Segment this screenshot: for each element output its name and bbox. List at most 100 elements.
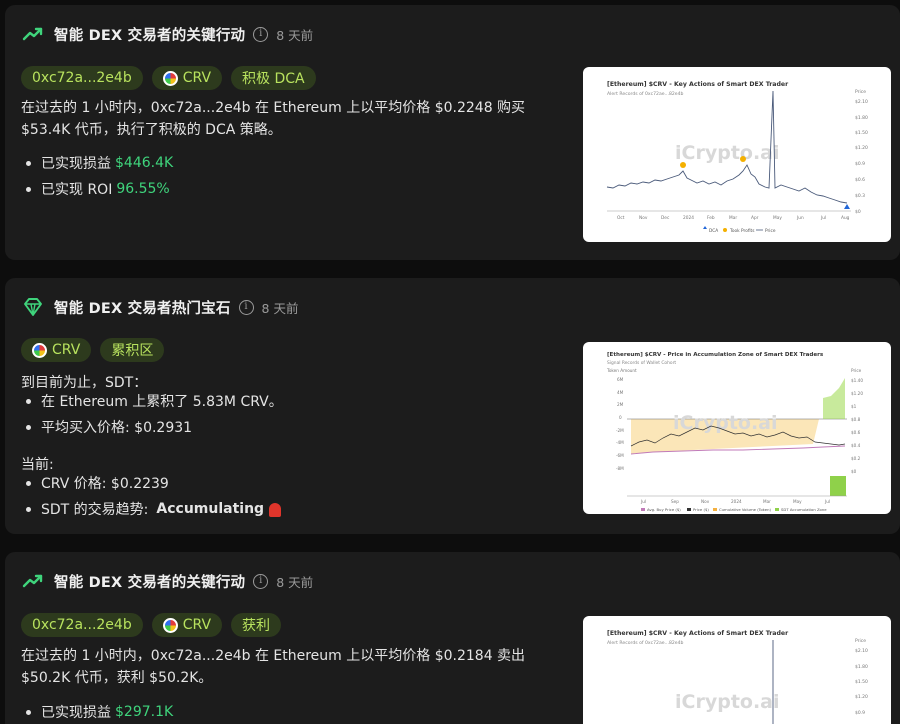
alert-card-key-actions[interactable]: 智能 DEX 交易者的关键行动 i 8 天前 0xc72a...2e4b CRV… [5,552,900,724]
y-tick: $1.80 [855,115,868,121]
price-axis-label: Price [851,368,862,373]
y-tick-left: 6M [617,377,624,382]
stat-roi: 已实现 ROI 96.55% [21,176,173,202]
info-icon[interactable]: i [253,26,269,42]
alert-description: 在过去的 1 小时内，0xc72a...2e4b 在 Ethereum 上以平均… [21,648,526,686]
x-tick: May [793,499,802,504]
accumulation-zone-area [823,378,845,419]
y-tick-right: $0.6 [851,430,861,435]
price-axis-label: Price [855,89,866,95]
card-title: 智能 DEX 交易者的关键行动 [54,574,246,591]
list-item: SDT 的交易趋势: Accumulating [21,496,282,522]
y-tick: $0.9 [855,161,865,167]
list-item-text: 在 Ethereum 上累积了 5.83M CRV。 [41,394,283,410]
timestamp: 8 天前 [261,300,299,316]
price-chart: [Ethereum] $CRV - Key Actions of Smart D… [607,630,868,724]
trending-up-icon [22,570,44,592]
x-tick: Oct [617,215,625,221]
x-tick: Apr [751,215,759,221]
timestamp: 8 天前 [276,27,314,43]
legend-accumulation-zone: SDT Accumulation Zone [781,507,827,512]
x-tick: Mar [763,499,771,504]
stat-label: 已实现损益 [41,156,111,172]
chart-thumbnail[interactable]: [Ethereum] $CRV - Key Actions of Smart D… [583,616,891,724]
list-item: 在 Ethereum 上累积了 5.83M CRV。 [21,388,283,414]
tag-zone[interactable]: 累积区 [100,338,165,362]
y-tick-left: 0 [619,415,622,420]
info-icon[interactable]: i [253,573,269,589]
x-tick: Nov [701,499,710,504]
y-tick: $0.6 [855,177,865,183]
y-tick-right: $0.8 [851,417,861,422]
tag-wallet[interactable]: 0xc72a...2e4b [21,66,143,90]
chart-subtitle: Alert Records of 0xc72ae...82e4b [607,91,684,97]
bullet-dot [26,709,31,715]
y-tick-right: $0 [851,469,857,474]
tag-row: 0xc72a...2e4b CRV 积极 DCA [21,66,316,90]
list-item: CRV 价格: $0.2239 [21,470,281,496]
y-tick-left: -6M [616,453,624,458]
tag-wallet[interactable]: 0xc72a...2e4b [21,613,143,637]
left-axis-label: Token Amount [606,368,637,373]
chart-subtitle: Alert Records of 0xc72ae...82e4b [607,640,684,646]
y-tick: $1.80 [855,664,868,670]
crv-coin-icon [32,342,47,358]
crv-coin-icon [162,617,178,633]
take-profit-marker [680,162,686,168]
tag-token[interactable]: CRV [151,613,223,637]
dca-marker [844,204,850,209]
y-tick-left: -4M [616,440,624,445]
bullet-dot [26,424,31,430]
current-list: CRV 价格: $0.2239 SDT 的交易趋势: Accumulating [21,470,282,522]
alert-card-key-actions[interactable]: 智能 DEX 交易者的关键行动 i 8 天前 0xc72a...2e4b CRV… [5,5,900,260]
x-tick: Dec [661,215,670,221]
y-tick-right: $0.4 [851,443,861,448]
stats-list: 已实现损益 $297.1K [21,699,173,724]
x-tick: Jul [824,499,830,504]
alert-card-hot-gem[interactable]: 智能 DEX 交易者热门宝石 i 8 天前 CRV 累积区 到目前为止，SDT：… [5,278,900,534]
bullet-dot [26,160,31,166]
chart-thumbnail[interactable]: [Ethereum] $CRV - Price in Accumulation … [583,342,891,514]
chart-title: [Ethereum] $CRV - Key Actions of Smart D… [607,630,789,637]
x-tick: Nov [639,215,648,221]
card-title: 智能 DEX 交易者的关键行动 [54,27,246,44]
legend-avg-buy-price: Avg. Buy Price ($) [647,507,681,512]
y-tick-left: -2M [616,428,624,433]
bullet-dot [26,480,31,486]
chart-title: [Ethereum] $CRV - Price in Accumulation … [607,352,824,358]
legend-dca: DCA [709,228,718,234]
tag-action[interactable]: 积极 DCA [231,66,316,90]
card-title: 智能 DEX 交易者热门宝石 [54,300,231,317]
chart-subtitle: Signal Records of Wallet Cohort [607,360,676,366]
tag-token[interactable]: CRV [151,66,223,90]
x-tick: Sep [671,499,679,504]
chart-thumbnail[interactable]: [Ethereum] $CRV - Key Actions of Smart D… [583,67,891,242]
timestamp: 8 天前 [276,574,314,590]
tag-action[interactable]: 获利 [231,613,282,637]
stat-value: $446.4K [115,155,174,171]
bullet-dot [26,506,31,512]
y-tick: $0 [855,209,861,215]
legend-price: Price ($) [693,507,709,512]
y-tick-right: $1 [851,404,857,409]
card-header: 智能 DEX 交易者热门宝石 i 8 天前 [22,296,298,318]
stat-value: $297.1K [115,704,174,720]
card-header: 智能 DEX 交易者的关键行动 i 8 天前 [22,570,313,592]
crv-coin-icon [162,70,178,86]
stat-label: 已实现损益 [41,705,111,721]
list-item-text: 平均买入价格: $0.2931 [41,420,193,436]
tag-token-label: CRV [52,342,81,358]
x-tick: Feb [707,215,715,221]
tag-token[interactable]: CRV [21,338,92,362]
legend-cumulative-volume: Cumulative Volume (Token) [719,507,771,512]
tag-row: 0xc72a...2e4b CRV 获利 [21,613,282,637]
y-tick: $1.50 [855,679,868,685]
accumulation-chart: [Ethereum] $CRV - Price in Accumulation … [606,352,863,512]
info-icon[interactable]: i [238,299,254,315]
y-tick-right: $0.2 [851,456,861,461]
x-tick: Jul [820,215,826,221]
list-item-text: CRV 价格: $0.2239 [41,476,169,492]
watermark: iCrypto.ai [675,691,780,713]
take-profit-marker [740,156,746,162]
accumulation-list: 在 Ethereum 上累积了 5.83M CRV。 平均买入价格: $0.29… [21,388,283,440]
